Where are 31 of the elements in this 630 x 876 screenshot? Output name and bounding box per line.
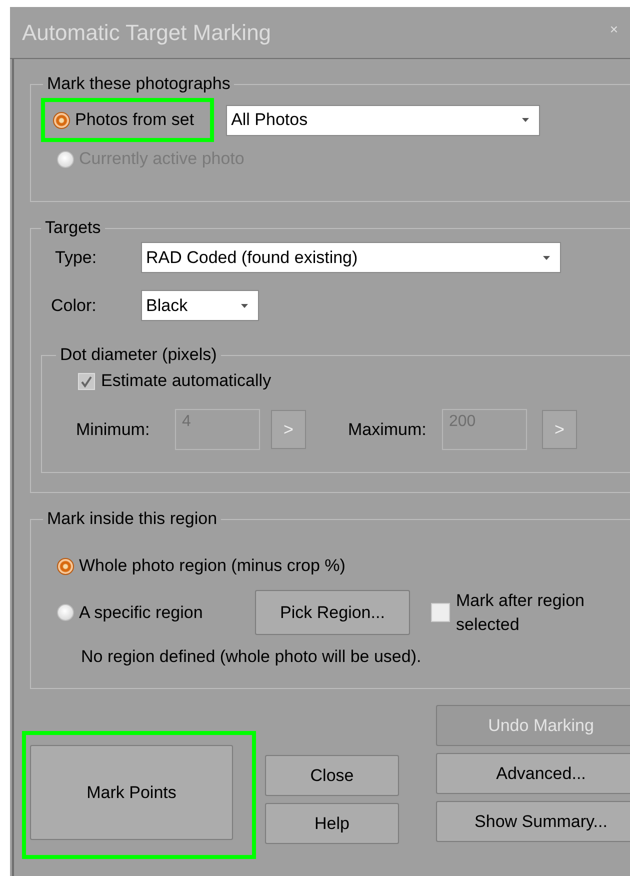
- radio-label: Photos from set: [75, 110, 194, 130]
- field-label: Maximum:: [348, 420, 428, 440]
- mark-points-button[interactable]: Mark Points: [30, 745, 233, 840]
- group-title: Dot diameter (pixels): [59, 345, 218, 365]
- group-title: Targets: [44, 218, 102, 238]
- checkbox-label: Mark after region selected: [456, 590, 586, 636]
- field-label: Color:: [50, 296, 98, 316]
- caret-icon: [241, 304, 248, 308]
- summary-button[interactable]: Show Summary...: [436, 801, 630, 842]
- group-title: Mark inside this region: [46, 509, 218, 529]
- dropdown[interactable]: Black: [141, 290, 259, 321]
- field-label: Type:: [54, 248, 98, 268]
- checkbox-label: Estimate automatically: [101, 371, 272, 391]
- help-button[interactable]: Help: [265, 803, 399, 844]
- field-label: Minimum:: [76, 420, 151, 440]
- radio-button[interactable]: [57, 604, 74, 622]
- group-title: Mark these photographs: [46, 74, 232, 94]
- status-text: No region defined (whole photo will be used).: [81, 646, 422, 667]
- advanced-button[interactable]: Advanced...: [436, 753, 630, 794]
- radio-button[interactable]: [57, 558, 74, 574]
- caret-icon: [543, 256, 550, 260]
- radio-label: Whole photo region (minus crop %): [79, 556, 346, 576]
- close-button[interactable]: Close: [265, 755, 399, 796]
- pick-region-button[interactable]: Pick Region...: [255, 590, 410, 636]
- radio-label: A specific region: [79, 602, 203, 623]
- dropdown[interactable]: All Photos: [226, 104, 540, 136]
- window-title: Automatic Target Marking: [22, 20, 272, 46]
- caret-icon: [522, 118, 530, 122]
- radio-button[interactable]: [53, 112, 70, 128]
- checkbox[interactable]: [431, 603, 450, 622]
- dropdown[interactable]: RAD Coded (found existing): [141, 242, 561, 273]
